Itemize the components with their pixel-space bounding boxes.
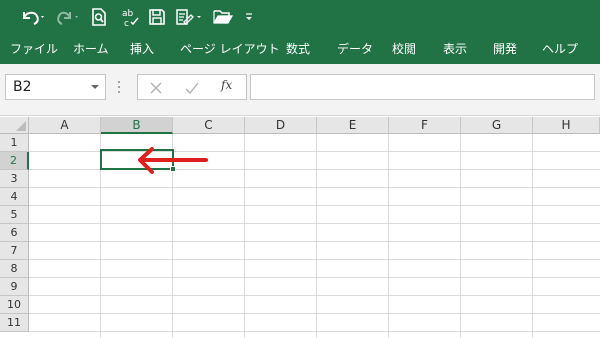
column-header-d[interactable]: D [245, 117, 317, 134]
check-icon[interactable] [184, 80, 200, 96]
tab-insert[interactable]: 挿入 [130, 40, 154, 58]
quick-access-toolbar: ab c [0, 0, 600, 34]
save-button[interactable] [146, 6, 168, 28]
spelling-icon: ab c [122, 9, 139, 28]
folder-open-icon [213, 10, 234, 24]
undo-button[interactable] [18, 6, 48, 28]
redo-button[interactable] [54, 6, 84, 28]
name-box-value: B2 [13, 79, 32, 95]
row-header-11[interactable]: 11 [0, 314, 29, 332]
chevron-down-icon[interactable] [89, 81, 101, 93]
row-header-2[interactable]: 2 [0, 152, 29, 170]
splitter-handle[interactable] [117, 79, 121, 95]
formula-area: B2 fx [0, 64, 600, 116]
form-button[interactable] [174, 6, 204, 28]
column-header-c[interactable]: C [173, 117, 245, 134]
tab-view[interactable]: 表示 [443, 40, 467, 58]
redo-icon [57, 11, 78, 25]
print-preview-button[interactable] [88, 6, 110, 28]
open-button[interactable] [210, 6, 236, 28]
tab-formulas[interactable]: 数式 [286, 40, 310, 58]
tab-data[interactable]: データ [337, 40, 373, 58]
worksheet-grid: A B C D E F G H 1 2 3 4 5 6 7 8 9 10 11 [0, 117, 600, 338]
svg-text:ab: ab [122, 9, 134, 19]
tab-page-layout[interactable]: ページ レイアウト [180, 40, 280, 58]
select-all-triangle-icon [16, 121, 26, 131]
tab-file[interactable]: ファイル [10, 40, 58, 58]
column-header-a[interactable]: A [29, 117, 101, 134]
tab-help[interactable]: ヘルプ [542, 40, 578, 58]
svg-text:c: c [124, 19, 129, 28]
undo-icon [23, 11, 44, 25]
save-icon [149, 9, 165, 25]
formula-bar-input[interactable] [250, 74, 595, 100]
row-header-1[interactable]: 1 [0, 134, 29, 152]
red-arrow-annotation [138, 147, 208, 174]
tab-review[interactable]: 校閲 [392, 40, 416, 58]
insert-function-button[interactable]: fx [221, 78, 232, 92]
row-header-4[interactable]: 4 [0, 188, 29, 206]
column-header-f[interactable]: F [389, 117, 461, 134]
form-icon [176, 9, 201, 25]
ribbon-tabs: ファイル ホーム 挿入 ページ レイアウト 数式 データ 校閲 表示 開発 ヘル… [0, 34, 600, 64]
column-header-h[interactable]: H [533, 117, 600, 134]
name-box[interactable]: B2 [5, 74, 106, 100]
select-all-corner[interactable] [0, 117, 29, 134]
customize-toolbar-icon [246, 13, 252, 20]
tab-developer[interactable]: 開発 [493, 40, 517, 58]
column-header-e[interactable]: E [317, 117, 389, 134]
tab-home[interactable]: ホーム [73, 40, 109, 58]
customize-toolbar-button[interactable] [242, 6, 256, 28]
formula-buttons: fx [137, 74, 247, 100]
row-header-9[interactable]: 9 [0, 278, 29, 296]
row-header-3[interactable]: 3 [0, 170, 29, 188]
row-header-5[interactable]: 5 [0, 206, 29, 224]
print-preview-icon [92, 8, 106, 26]
column-header-b[interactable]: B [101, 117, 173, 134]
cancel-icon[interactable] [148, 80, 164, 96]
row-header-7[interactable]: 7 [0, 242, 29, 260]
column-header-g[interactable]: G [461, 117, 533, 134]
row-header-10[interactable]: 10 [0, 296, 29, 314]
row-header-8[interactable]: 8 [0, 260, 29, 278]
spelling-button[interactable]: ab c [118, 6, 142, 28]
row-header-6[interactable]: 6 [0, 224, 29, 242]
